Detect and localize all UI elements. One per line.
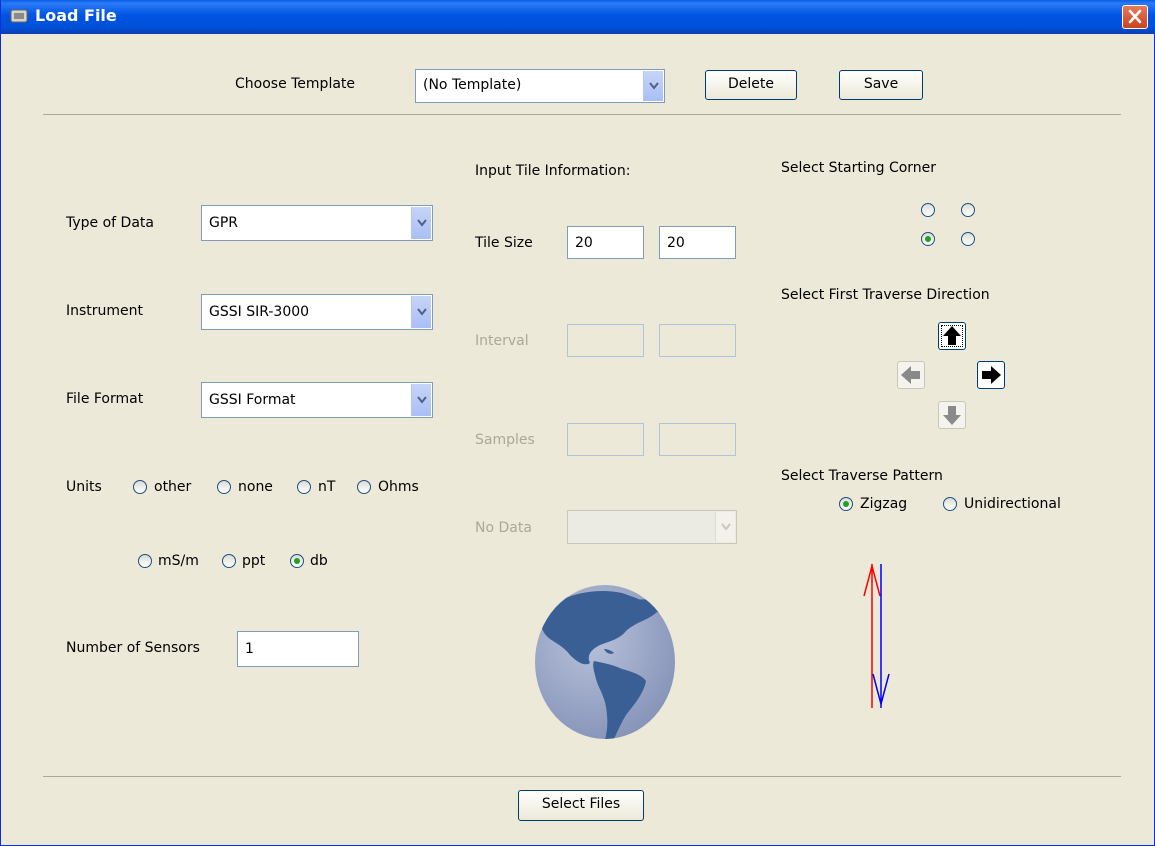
no-data-dropdown-button[interactable] xyxy=(715,512,735,542)
chevron-down-icon xyxy=(649,82,659,90)
interval-y-input[interactable] xyxy=(659,324,736,357)
app-icon xyxy=(10,9,28,23)
no-data-select[interactable] xyxy=(567,510,737,544)
close-icon xyxy=(1128,9,1142,24)
direction-right-button[interactable] xyxy=(977,361,1005,389)
chevron-down-icon xyxy=(417,396,427,404)
direction-up-button[interactable] xyxy=(938,322,966,350)
samples-y-input[interactable] xyxy=(659,423,736,456)
type-of-data-value: GPR xyxy=(209,215,239,231)
units-radio-ms-m[interactable] xyxy=(138,554,152,568)
number-of-sensors-label: Number of Sensors xyxy=(66,640,200,656)
template-select[interactable]: (No Template) xyxy=(415,69,665,103)
units-radio-other[interactable] xyxy=(133,480,147,494)
save-button[interactable]: Save xyxy=(839,70,923,100)
type-of-data-select[interactable]: GPR xyxy=(201,205,433,241)
units-option-nt[interactable]: nT xyxy=(318,479,335,495)
direction-down-button[interactable] xyxy=(938,401,966,429)
units-radio-nt[interactable] xyxy=(297,480,311,494)
traverse-pattern-preview xyxy=(863,563,890,708)
template-select-value: (No Template) xyxy=(423,77,522,93)
chevron-down-icon xyxy=(417,219,427,227)
globe-icon xyxy=(535,585,675,739)
title-bar[interactable]: Load File xyxy=(1,0,1155,34)
tile-size-y-value: 20 xyxy=(667,235,685,251)
tile-info-heading: Input Tile Information: xyxy=(475,163,631,179)
file-format-value: GSSI Format xyxy=(209,392,296,408)
units-option-ohms[interactable]: Ohms xyxy=(378,479,419,495)
number-of-sensors-input[interactable]: 1 xyxy=(237,631,359,667)
chevron-down-icon xyxy=(721,523,731,531)
tile-size-y-input[interactable]: 20 xyxy=(659,226,736,259)
number-of-sensors-value: 1 xyxy=(245,641,254,657)
delete-button[interactable]: Delete xyxy=(705,70,797,100)
tile-size-x-value: 20 xyxy=(575,235,593,251)
choose-template-label: Choose Template xyxy=(235,76,356,92)
units-label: Units xyxy=(66,479,102,495)
file-format-select[interactable]: GSSI Format xyxy=(201,382,433,418)
pattern-option-unidirectional[interactable]: Unidirectional xyxy=(964,496,1061,512)
top-divider xyxy=(43,114,1121,115)
arrow-right-icon xyxy=(982,366,1001,384)
type-of-data-dropdown-button[interactable] xyxy=(411,207,431,239)
units-option-db[interactable]: db xyxy=(310,553,328,569)
traverse-pattern-label: Select Traverse Pattern xyxy=(781,468,943,484)
bottom-divider xyxy=(43,776,1121,777)
samples-label: Samples xyxy=(475,432,535,448)
units-radio-ohms[interactable] xyxy=(357,480,371,494)
arrow-left-icon xyxy=(901,366,920,384)
corner-radio-bottom-left[interactable] xyxy=(921,232,935,246)
chevron-down-icon xyxy=(417,308,427,316)
units-radio-ppt[interactable] xyxy=(222,554,236,568)
tile-size-x-input[interactable]: 20 xyxy=(567,226,644,259)
corner-radio-top-right[interactable] xyxy=(961,203,975,217)
units-option-none[interactable]: none xyxy=(238,479,273,495)
interval-label: Interval xyxy=(475,333,529,349)
units-option-other[interactable]: other xyxy=(154,479,191,495)
select-files-button[interactable]: Select Files xyxy=(518,790,644,821)
close-button[interactable] xyxy=(1122,5,1148,29)
file-format-dropdown-button[interactable] xyxy=(411,384,431,416)
pattern-radio-unidirectional[interactable] xyxy=(943,497,957,511)
arrow-up-icon xyxy=(943,326,961,345)
tile-size-label: Tile Size xyxy=(475,235,533,251)
instrument-label: Instrument xyxy=(66,303,144,319)
units-radio-db[interactable] xyxy=(290,554,304,568)
instrument-select[interactable]: GSSI SIR-3000 xyxy=(201,294,433,330)
instrument-dropdown-button[interactable] xyxy=(411,296,431,328)
pattern-option-zigzag[interactable]: Zigzag xyxy=(860,496,907,512)
arrow-down-icon xyxy=(943,406,961,425)
pattern-radio-zigzag[interactable] xyxy=(839,497,853,511)
corner-radio-top-left[interactable] xyxy=(921,203,935,217)
file-format-label: File Format xyxy=(66,391,144,407)
interval-x-input[interactable] xyxy=(567,324,644,357)
traverse-direction-label: Select First Traverse Direction xyxy=(781,287,990,303)
type-of-data-label: Type of Data xyxy=(66,215,154,231)
units-radio-none[interactable] xyxy=(217,480,231,494)
units-option-ms-m[interactable]: mS/m xyxy=(158,553,199,569)
starting-corner-label: Select Starting Corner xyxy=(781,160,937,176)
window-title: Load File xyxy=(35,6,117,25)
direction-left-button[interactable] xyxy=(897,361,925,389)
no-data-label: No Data xyxy=(475,520,532,536)
instrument-value: GSSI SIR-3000 xyxy=(209,304,310,320)
samples-x-input[interactable] xyxy=(567,423,644,456)
template-dropdown-button[interactable] xyxy=(643,71,663,101)
load-file-window: Load File Choose Template (No Template) … xyxy=(0,0,1155,846)
corner-radio-bottom-right[interactable] xyxy=(961,232,975,246)
units-option-ppt[interactable]: ppt xyxy=(242,553,265,569)
